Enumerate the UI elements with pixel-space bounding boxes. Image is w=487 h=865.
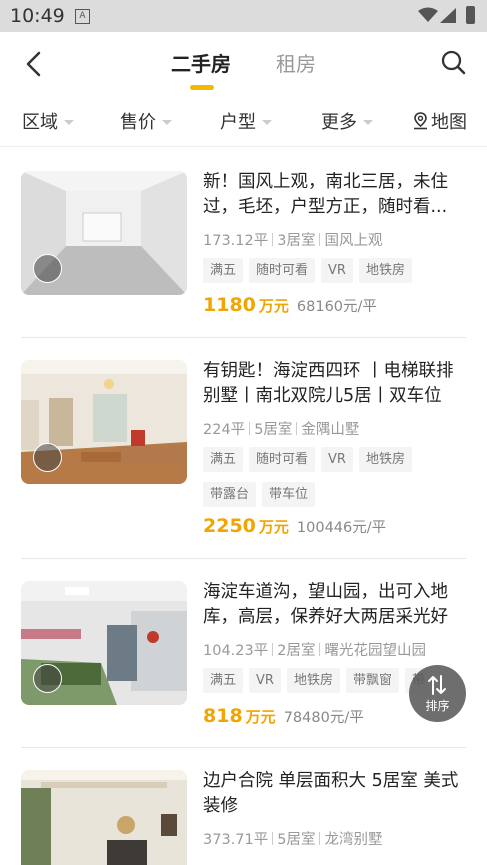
filter-price[interactable]: 售价 <box>120 108 172 134</box>
back-arrow-icon[interactable] <box>22 48 46 80</box>
filter-region-label: 区域 <box>22 112 58 133</box>
map-pin-icon <box>414 112 427 130</box>
map-button-label: 地图 <box>431 112 467 133</box>
caret-down-icon <box>262 119 272 125</box>
sort-arrows-icon <box>428 675 446 695</box>
listing-meta: 173.12平 3居室 国风上观 <box>203 229 382 250</box>
tag: 地铁房 <box>358 258 412 283</box>
tag: VR <box>321 258 353 283</box>
tag: 带飘窗 <box>345 668 399 693</box>
title-line: 别墅丨南北双院儿5居丨双车位 <box>203 386 442 406</box>
battery-icon <box>466 6 475 24</box>
tag: VR <box>321 447 353 472</box>
divider <box>21 337 466 338</box>
filter-more-label: 更多 <box>321 112 357 133</box>
listing-area: 104.23平 <box>203 643 269 659</box>
total-price: 818 <box>203 705 243 727</box>
filter-price-label: 售价 <box>120 112 156 133</box>
tab-second-hand[interactable]: 二手房 <box>171 48 231 77</box>
tag: 地铁房 <box>286 668 340 693</box>
vr-icon <box>33 443 62 472</box>
listing-price: 1180 万元 68160元/平 <box>203 294 377 316</box>
active-tab-indicator <box>190 85 214 90</box>
vr-icon <box>33 664 62 693</box>
tag: 满五 <box>203 668 244 693</box>
tab-rent[interactable]: 租房 <box>276 48 316 77</box>
unit-price: 68160元/平 <box>296 299 377 315</box>
title-line: 有钥匙！海淀西四环 丨电梯联排 <box>203 361 454 381</box>
listing-community: 曙光花园望山园 <box>324 643 426 659</box>
tag: 带车位 <box>262 482 316 507</box>
notification-icon: A <box>75 9 90 24</box>
title-line: 新！国风上观，南北三居，未住 <box>203 172 448 192</box>
listing-tags: 满五 随时可看 VR 地铁房 <box>203 258 473 293</box>
listing-price: 818 万元 78480元/平 <box>203 705 364 727</box>
listing-thumbnail[interactable] <box>21 171 187 295</box>
tag: 随时可看 <box>249 258 316 283</box>
listing-area: 224平 <box>203 422 246 438</box>
filter-layout[interactable]: 户型 <box>220 108 272 134</box>
price-unit: 万元 <box>258 518 289 536</box>
listing-meta: 104.23平 2居室 曙光花园望山园 <box>203 639 426 660</box>
title-line: 库，高层，保养好大两居采光好 <box>203 607 448 627</box>
tag: 地铁房 <box>358 447 412 472</box>
listing-title[interactable]: 边户合院 单层面积大 5居室 美式 装修 <box>203 769 465 819</box>
listing-rooms: 5居室 <box>277 832 316 848</box>
caret-down-icon <box>162 119 172 125</box>
wifi-icon <box>418 7 438 22</box>
cellular-icon <box>440 8 456 23</box>
listing-thumbnail[interactable] <box>21 770 187 865</box>
listing-area: 173.12平 <box>203 233 269 249</box>
sort-button[interactable]: 排序 <box>409 665 466 722</box>
listing-meta: 373.71平 5居室 龙湾别墅 <box>203 828 382 849</box>
total-price: 1180 <box>203 294 256 316</box>
listing-thumbnail[interactable] <box>21 360 187 484</box>
filter-more[interactable]: 更多 <box>321 108 373 134</box>
tag: 带露台 <box>203 482 257 507</box>
listing-rooms: 2居室 <box>277 643 316 659</box>
listing-price: 2250 万元 100446元/平 <box>203 515 386 537</box>
filter-layout-label: 户型 <box>220 112 256 133</box>
listing-rooms: 5居室 <box>254 422 293 438</box>
caret-down-icon <box>64 119 74 125</box>
listing-community: 金隅山墅 <box>301 422 360 438</box>
listing-title[interactable]: 新！国风上观，南北三居，未住 过，毛坯，户型方正，随时看... <box>203 170 465 220</box>
listing-rooms: 3居室 <box>277 233 316 249</box>
map-button[interactable]: 地图 <box>412 108 467 134</box>
listing-community: 龙湾别墅 <box>324 832 383 848</box>
listing-meta: 224平 5居室 金隅山墅 <box>203 418 359 439</box>
unit-price: 78480元/平 <box>283 710 364 726</box>
filter-bar: 区域 售价 户型 更多 地图 <box>0 96 487 147</box>
tag: 随时可看 <box>249 447 316 472</box>
tag: 满五 <box>203 447 244 472</box>
listing-area: 373.71平 <box>203 832 269 848</box>
price-unit: 万元 <box>245 708 276 726</box>
top-nav: 二手房 租房 <box>0 32 487 96</box>
search-icon[interactable] <box>440 49 466 75</box>
sort-button-label: 排序 <box>425 699 450 713</box>
listing-title[interactable]: 有钥匙！海淀西四环 丨电梯联排 别墅丨南北双院儿5居丨双车位 <box>203 359 465 409</box>
vr-icon <box>33 254 62 283</box>
listing-tags: 满五 随时可看 VR 地铁房带露台 带车位 <box>203 447 473 517</box>
title-line: 边户合院 单层面积大 5居室 美式 <box>203 771 459 791</box>
caret-down-icon <box>363 119 373 125</box>
listing-thumbnail[interactable] <box>21 581 187 705</box>
price-unit: 万元 <box>258 297 289 315</box>
listing-title[interactable]: 海淀车道沟，望山园，出可入地 库，高层，保养好大两居采光好 <box>203 580 465 630</box>
tag: 满五 <box>203 258 244 283</box>
room-photo <box>21 770 187 865</box>
divider <box>21 558 466 559</box>
filter-region[interactable]: 区域 <box>22 108 74 134</box>
total-price: 2250 <box>203 515 256 537</box>
unit-price: 100446元/平 <box>296 520 387 536</box>
title-line: 过，毛坯，户型方正，随时看... <box>203 197 448 217</box>
status-bar: 10:49 A <box>0 0 487 32</box>
title-line: 海淀车道沟，望山园，出可入地 <box>203 582 448 602</box>
divider <box>21 747 466 748</box>
listing-community: 国风上观 <box>324 233 383 249</box>
title-line: 装修 <box>203 796 238 816</box>
status-time: 10:49 <box>10 5 65 27</box>
tag: VR <box>249 668 281 693</box>
